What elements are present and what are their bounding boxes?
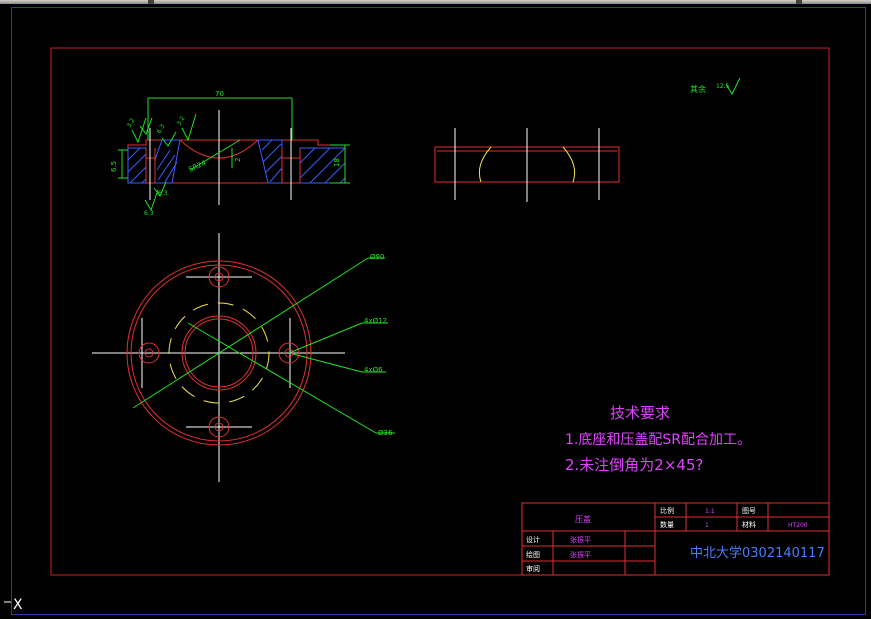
dim-4x6: 4xØ6 bbox=[364, 366, 383, 374]
scale-label: 比例 bbox=[660, 506, 674, 515]
dim-18: 18 bbox=[333, 158, 341, 167]
side-arc-right bbox=[562, 146, 576, 183]
roughness-mark: 6.3 bbox=[144, 210, 154, 217]
dim-d90: Ø90 bbox=[370, 253, 384, 261]
dim-sr24: SR24 bbox=[187, 159, 207, 174]
roughness-mark: 3.2 bbox=[176, 115, 187, 127]
section-view[interactable]: 70 18 6.5 SR24 2 3.2 6.3 3.2 6.3 6.3 bbox=[110, 90, 350, 217]
technical-notes: 技术要求 1.底座和压盖配SR配合加工。 2.未注倒角为2×45? bbox=[565, 404, 751, 474]
notes-line-1: 1.底座和压盖配SR配合加工。 bbox=[565, 432, 751, 448]
material-value: HT200 bbox=[788, 522, 808, 529]
dim-70: 70 bbox=[215, 90, 224, 98]
material-label: 材料 bbox=[742, 520, 756, 529]
hatch-right-inner bbox=[257, 139, 283, 184]
hatch-left-inner bbox=[154, 139, 181, 184]
roughness-mark: 3.2 bbox=[126, 117, 137, 129]
title-block[interactable]: 压盖 比例 1:1 图号 数量 1 材料 HT200 设计 张振平 绘图 张振平… bbox=[521, 502, 830, 576]
reviewer-label: 审阅 bbox=[526, 564, 540, 573]
drafter-label: 绘图 bbox=[526, 550, 540, 559]
dim-6-5: 6.5 bbox=[110, 161, 118, 172]
designer-label: 设计 bbox=[526, 535, 540, 544]
cad-viewport[interactable]: 70 18 6.5 SR24 2 3.2 6.3 3.2 6.3 6.3 Ø90… bbox=[0, 0, 871, 619]
dim-d36: Ø36 bbox=[378, 429, 393, 437]
section-dimensions bbox=[118, 97, 350, 212]
notes-line-2: 2.未注倒角为2×45? bbox=[565, 456, 703, 474]
designer-name: 张振平 bbox=[570, 535, 591, 544]
part-name: 压盖 bbox=[575, 514, 591, 524]
side-view[interactable] bbox=[434, 128, 620, 202]
drawing-frame bbox=[50, 47, 830, 576]
roughness-mark: 6.3 bbox=[158, 190, 168, 197]
side-center-lines bbox=[454, 128, 600, 202]
qty-value: 1 bbox=[705, 522, 709, 529]
roughness-general: 其余 12.5 bbox=[690, 77, 741, 96]
plan-leaders bbox=[132, 257, 395, 434]
plan-view[interactable]: Ø90 4xØ12 4xØ6 Ø36 bbox=[92, 233, 395, 482]
ucs-x-label: X bbox=[13, 597, 23, 613]
side-arc-left bbox=[478, 146, 492, 183]
notes-title: 技术要求 bbox=[610, 404, 670, 422]
scale-value: 1:1 bbox=[705, 508, 715, 515]
dim-4x12: 4xØ12 bbox=[364, 317, 387, 325]
dim-2: 2 bbox=[234, 158, 242, 162]
roughness-other-label: 其余 bbox=[690, 84, 706, 94]
qty-label: 数量 bbox=[660, 520, 674, 529]
drawing-canvas[interactable]: 70 18 6.5 SR24 2 3.2 6.3 3.2 6.3 6.3 Ø90… bbox=[0, 0, 871, 619]
drawing-no-label: 图号 bbox=[742, 507, 756, 515]
school-id: 中北大学0302140117 bbox=[690, 545, 825, 561]
drafter-name: 张振平 bbox=[570, 550, 591, 559]
hatch-left bbox=[127, 147, 147, 184]
ucs-icon: X bbox=[4, 597, 23, 613]
roughness-mark: 6.3 bbox=[156, 123, 167, 135]
title-block-grid bbox=[521, 502, 830, 576]
